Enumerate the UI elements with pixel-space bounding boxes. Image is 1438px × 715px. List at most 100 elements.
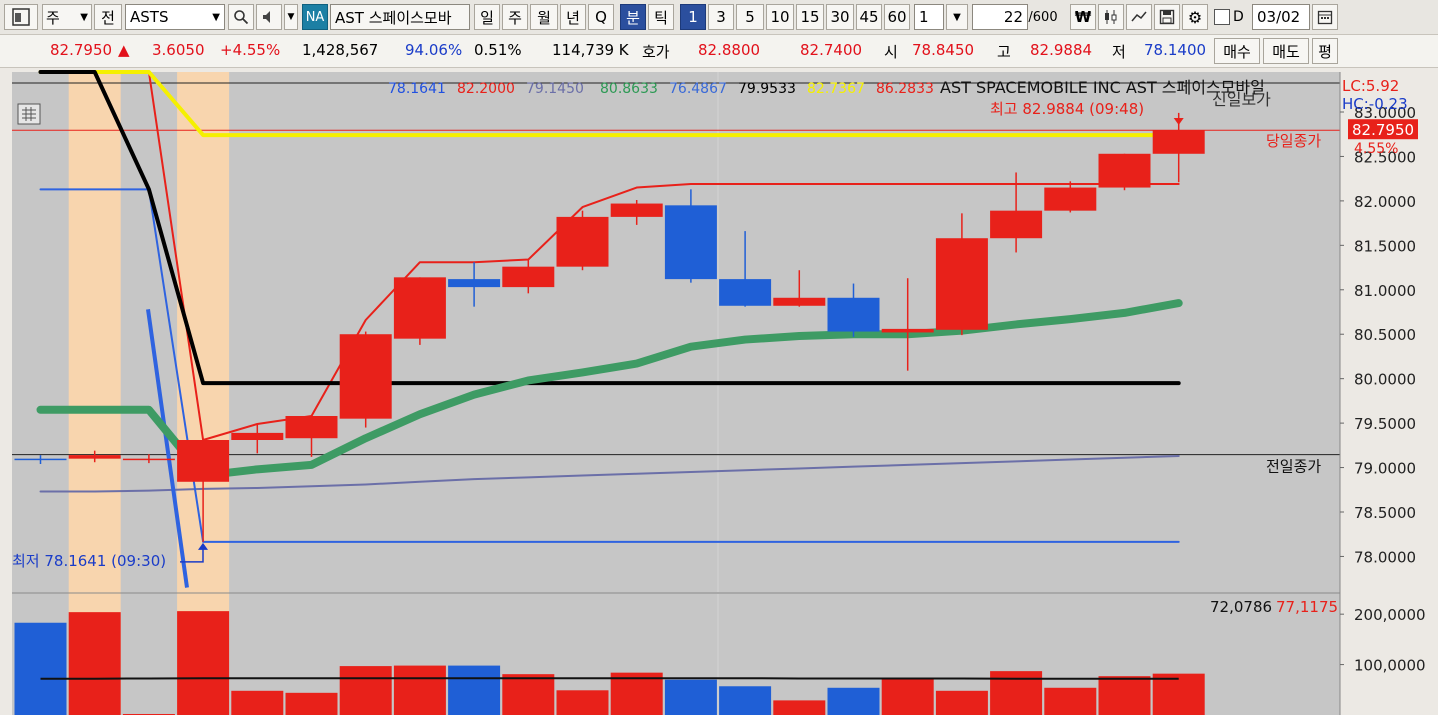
volume-bar — [556, 690, 609, 715]
top-cut-label: 신일보가 — [1212, 90, 1271, 109]
step-input[interactable]: 1 — [914, 4, 944, 30]
date-check-label: D — [1233, 9, 1244, 25]
legend-value: 80.8633 — [600, 81, 658, 97]
candle-up — [773, 297, 826, 306]
high-price: 82.9884 — [1030, 41, 1093, 59]
period-month[interactable]: 월 — [530, 4, 558, 30]
legend-value: 79.1450 — [526, 81, 584, 97]
period-tick[interactable]: 틱 — [648, 4, 674, 30]
volume-legend-value: 77,1175 — [1276, 598, 1338, 616]
buy-button[interactable]: 매수 — [1214, 38, 1260, 64]
y-tick-label: 81.5000 — [1354, 237, 1416, 255]
chevron-down-icon: ▼ — [80, 11, 88, 23]
legend-value: 82.7367 — [807, 81, 865, 97]
type-select[interactable]: 주 ▼ — [42, 4, 92, 30]
stock-name: AST 스페이스모바 — [330, 4, 470, 30]
candle-up — [610, 203, 663, 217]
period-minute[interactable]: 분 — [620, 4, 646, 30]
candle-down — [827, 297, 880, 332]
candle-up — [881, 328, 934, 333]
layout-icon[interactable] — [4, 4, 38, 30]
quote-bar: 82.7950 ▲ 3.6050 +4.55% 1,428,567 94.06%… — [0, 35, 1438, 68]
minute-15[interactable]: 15 — [796, 4, 824, 30]
volume-bar — [177, 611, 230, 715]
volume-bar — [339, 666, 392, 715]
candle-up — [990, 210, 1043, 239]
candle-up — [502, 266, 555, 288]
period-day[interactable]: 일 — [474, 4, 500, 30]
save-icon[interactable] — [1154, 4, 1180, 30]
currency-icon[interactable]: ₩ — [1070, 4, 1096, 30]
hc-label: HC:-0.23 — [1342, 95, 1408, 113]
volume-bar — [773, 700, 826, 715]
minute-45[interactable]: 45 — [856, 4, 882, 30]
date-input[interactable]: 03/02 — [1252, 4, 1310, 30]
price-chart[interactable]: 78.0000 78.5000 79.0000 79.5000 80.0000 80.50… — [0, 68, 1438, 715]
volume-bar — [827, 687, 880, 715]
minute-5[interactable]: 5 — [736, 4, 764, 30]
high-label: 고 — [997, 43, 1011, 61]
chevron-down-icon[interactable]: ▼ — [284, 4, 298, 30]
calendar-icon[interactable] — [1312, 4, 1338, 30]
minute-3[interactable]: 3 — [708, 4, 734, 30]
search-icon[interactable] — [228, 4, 254, 30]
volume-bar — [231, 690, 284, 715]
count-total: /600 — [1028, 9, 1058, 25]
flat-button[interactable]: 평 — [1312, 38, 1338, 64]
lc-label: LC:5.92 — [1342, 77, 1399, 95]
volume-bar — [1152, 673, 1205, 715]
legend-value: 79.9533 — [738, 81, 796, 97]
date-check[interactable]: D — [1214, 4, 1250, 30]
candle-up — [1098, 153, 1151, 188]
low-label: 저 — [1112, 43, 1126, 61]
gear-icon[interactable]: ⚙ — [1182, 4, 1208, 30]
change-percent: +4.55% — [220, 41, 281, 59]
period-week[interactable]: 주 — [502, 4, 528, 30]
sell-button[interactable]: 매도 — [1263, 38, 1309, 64]
volume-bar — [1098, 676, 1151, 715]
volume-bar — [719, 686, 772, 715]
period-year[interactable]: 년 — [560, 4, 586, 30]
volume-avg-line — [40, 677, 1179, 680]
y-tick-label: 81.0000 — [1354, 282, 1416, 300]
prev-button[interactable]: 전 — [94, 4, 122, 30]
checkbox-icon[interactable] — [1214, 9, 1230, 25]
hoga-label: 호가 — [642, 43, 670, 61]
candle-up — [339, 334, 392, 419]
candle-up — [122, 458, 175, 461]
period-quarter[interactable]: Q — [588, 4, 614, 30]
y-tick-label: 82.0000 — [1354, 193, 1416, 211]
minute-1[interactable]: 1 — [680, 4, 706, 30]
candle-up — [231, 432, 284, 440]
speaker-icon[interactable] — [256, 4, 282, 30]
prev-close-label: 전일종가 — [1266, 458, 1321, 476]
today-close-label: 당일종가 — [1266, 132, 1321, 150]
toolbar: 주 ▼ 전 ASTS ▼ ▼ NA AST 스페이스모바 일 주 월 년 Q 분… — [0, 0, 1438, 35]
low-price: 78.1400 — [1144, 41, 1207, 59]
count-input[interactable]: 22 — [972, 4, 1028, 30]
volume-ratio: 94.06% — [405, 41, 463, 59]
volume-bar — [664, 679, 717, 715]
candle-icon[interactable] — [1098, 4, 1124, 30]
turnover-percent: 0.51% — [474, 41, 522, 59]
trend-tool-icon[interactable] — [1126, 4, 1152, 30]
y-tick-label: 80.0000 — [1354, 371, 1416, 389]
volume-tick-label: 100,0000 — [1354, 657, 1426, 675]
minute-30[interactable]: 30 — [826, 4, 854, 30]
low-annotation: 최저 78.1641 (09:30) — [12, 552, 166, 570]
minute-60[interactable]: 60 — [884, 4, 910, 30]
minute-10[interactable]: 10 — [766, 4, 794, 30]
symbol-input[interactable]: ASTS ▼ — [125, 4, 225, 30]
candle-up — [285, 416, 338, 439]
volume-legend-value: 72,0786 — [1210, 598, 1272, 616]
y-tick-label: 79.0000 — [1354, 460, 1416, 478]
volume-bar — [14, 622, 67, 715]
volume-tick-label: 200,0000 — [1354, 606, 1426, 624]
volume-bar — [935, 690, 988, 715]
legend-value: 82.2000 — [457, 81, 515, 97]
candle-up — [556, 216, 609, 267]
chevron-down-icon[interactable]: ▼ — [946, 4, 968, 30]
volume-bar — [448, 665, 501, 715]
volume-bar — [393, 665, 446, 715]
candle-up — [1044, 187, 1097, 211]
